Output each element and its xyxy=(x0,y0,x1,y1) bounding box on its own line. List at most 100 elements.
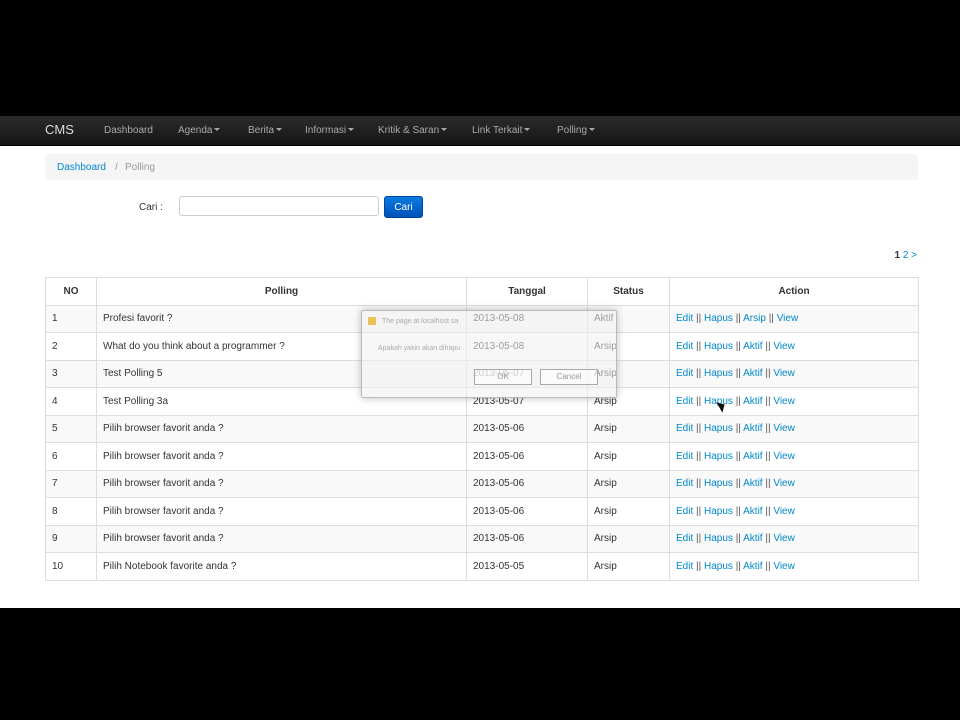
toggle-status-link[interactable]: Arsip xyxy=(743,313,766,324)
view-link[interactable]: View xyxy=(773,396,795,407)
view-link[interactable]: View xyxy=(777,313,799,324)
nav-item-informasi[interactable]: Informasi xyxy=(305,125,355,136)
pagination-page-2[interactable]: 2 xyxy=(903,250,909,261)
hapus-link[interactable]: Hapus xyxy=(704,341,733,352)
nav-item-polling[interactable]: Polling xyxy=(557,125,596,136)
table-row: 7 Pilih browser favorit anda ? 2013-05-06 A… xyxy=(45,469,919,498)
cell-action: Edit || Hapus || Aktif || View xyxy=(669,359,919,388)
edit-link[interactable]: Edit xyxy=(676,533,693,544)
cell-tanggal: 2013-05-06 xyxy=(466,414,588,443)
toggle-status-link[interactable]: Aktif xyxy=(743,423,762,434)
navbar: CMS Dashboard Agenda Berita Informasi Kritik… xyxy=(0,116,960,146)
edit-link[interactable]: Edit xyxy=(676,506,693,517)
search-input[interactable] xyxy=(179,196,379,216)
edit-link[interactable]: Edit xyxy=(676,368,693,379)
dialog-title: The page at localhost sa xyxy=(382,318,459,325)
action-separator: || xyxy=(765,533,771,545)
cell-no: 5 xyxy=(45,414,97,443)
cell-status: Arsip xyxy=(587,414,670,443)
warning-icon xyxy=(368,317,376,325)
view-link[interactable]: View xyxy=(773,423,795,434)
action-separator: || xyxy=(735,505,741,517)
nav-item-label: Polling xyxy=(557,125,588,136)
search-button[interactable]: Cari xyxy=(384,196,423,218)
action-separator: || xyxy=(735,560,741,572)
hapus-link[interactable]: Hapus xyxy=(704,451,733,462)
action-separator: || xyxy=(696,340,702,352)
hapus-link[interactable]: Hapus xyxy=(704,423,733,434)
cell-status: Arsip xyxy=(587,442,670,471)
nav-item-berita[interactable]: Berita xyxy=(248,125,283,136)
brand-logo[interactable]: CMS xyxy=(45,122,74,137)
action-separator: || xyxy=(765,423,771,435)
view-link[interactable]: View xyxy=(773,533,795,544)
cell-status: Arsip xyxy=(587,469,670,498)
action-separator: || xyxy=(696,478,702,490)
edit-link[interactable]: Edit xyxy=(676,313,693,324)
view-link[interactable]: View xyxy=(773,561,795,572)
nav-item-dashboard[interactable]: Dashboard xyxy=(104,125,153,136)
action-separator: || xyxy=(696,560,702,572)
caret-down-icon xyxy=(589,128,596,131)
nav-item-kritik-saran[interactable]: Kritik & Saran xyxy=(378,125,448,136)
pagination: 1 2 > xyxy=(894,250,917,261)
action-separator: || xyxy=(696,423,702,435)
action-separator: || xyxy=(765,395,771,407)
action-separator: || xyxy=(765,450,771,462)
view-link[interactable]: View xyxy=(773,478,795,489)
hapus-link[interactable]: Hapus xyxy=(704,478,733,489)
header-no: NO xyxy=(45,277,97,306)
header-action: Action xyxy=(669,277,919,306)
cell-tanggal: 2013-05-06 xyxy=(466,442,588,471)
action-separator: || xyxy=(765,505,771,517)
breadcrumb-home[interactable]: Dashboard xyxy=(57,162,106,173)
cell-action: Edit || Hapus || Aktif || View xyxy=(669,442,919,471)
view-link[interactable]: View xyxy=(773,368,795,379)
cell-action: Edit || Hapus || Aktif || View xyxy=(669,469,919,498)
action-separator: || xyxy=(696,450,702,462)
view-link[interactable]: View xyxy=(773,506,795,517)
dialog-ok-button[interactable]: OK xyxy=(474,369,532,385)
hapus-link[interactable]: Hapus xyxy=(704,506,733,517)
nav-item-label: Link Terkait xyxy=(472,125,523,136)
header-tanggal: Tanggal xyxy=(466,277,588,306)
action-separator: || xyxy=(735,478,741,490)
cell-action: Edit || Hapus || Aktif || View xyxy=(669,552,919,581)
cell-tanggal: 2013-05-06 xyxy=(466,524,588,553)
toggle-status-link[interactable]: Aktif xyxy=(743,478,762,489)
cell-no: 1 xyxy=(45,304,97,333)
hapus-link[interactable]: Hapus xyxy=(704,561,733,572)
cell-no: 4 xyxy=(45,387,97,416)
hapus-link[interactable]: Hapus xyxy=(704,533,733,544)
view-link[interactable]: View xyxy=(773,341,795,352)
toggle-status-link[interactable]: Aktif xyxy=(743,341,762,352)
cell-status: Arsip xyxy=(587,497,670,526)
cell-polling: Pilih browser favorit anda ? xyxy=(96,497,467,526)
confirm-dialog: The page at localhost sa Apakah yakin ak… xyxy=(361,310,617,398)
toggle-status-link[interactable]: Aktif xyxy=(743,396,762,407)
breadcrumb: Dashboard / Polling xyxy=(45,154,918,180)
nav-item-link-terkait[interactable]: Link Terkait xyxy=(472,125,531,136)
browser-viewport: CMS Dashboard Agenda Berita Informasi Kritik… xyxy=(0,116,960,608)
cell-polling: Pilih browser favorit anda ? xyxy=(96,414,467,443)
edit-link[interactable]: Edit xyxy=(676,341,693,352)
edit-link[interactable]: Edit xyxy=(676,451,693,462)
edit-link[interactable]: Edit xyxy=(676,478,693,489)
dialog-cancel-button[interactable]: Cancel xyxy=(540,369,598,385)
toggle-status-link[interactable]: Aktif xyxy=(743,533,762,544)
action-separator: || xyxy=(696,368,702,380)
edit-link[interactable]: Edit xyxy=(676,396,693,407)
hapus-link[interactable]: Hapus xyxy=(704,313,733,324)
toggle-status-link[interactable]: Aktif xyxy=(743,561,762,572)
toggle-status-link[interactable]: Aktif xyxy=(743,506,762,517)
edit-link[interactable]: Edit xyxy=(676,423,693,434)
nav-item-label: Agenda xyxy=(178,125,213,136)
pagination-next[interactable]: > xyxy=(911,250,917,261)
toggle-status-link[interactable]: Aktif xyxy=(743,451,762,462)
caret-down-icon xyxy=(214,128,221,131)
view-link[interactable]: View xyxy=(773,451,795,462)
toggle-status-link[interactable]: Aktif xyxy=(743,368,762,379)
nav-item-agenda[interactable]: Agenda xyxy=(178,125,221,136)
hapus-link[interactable]: Hapus xyxy=(704,368,733,379)
edit-link[interactable]: Edit xyxy=(676,561,693,572)
